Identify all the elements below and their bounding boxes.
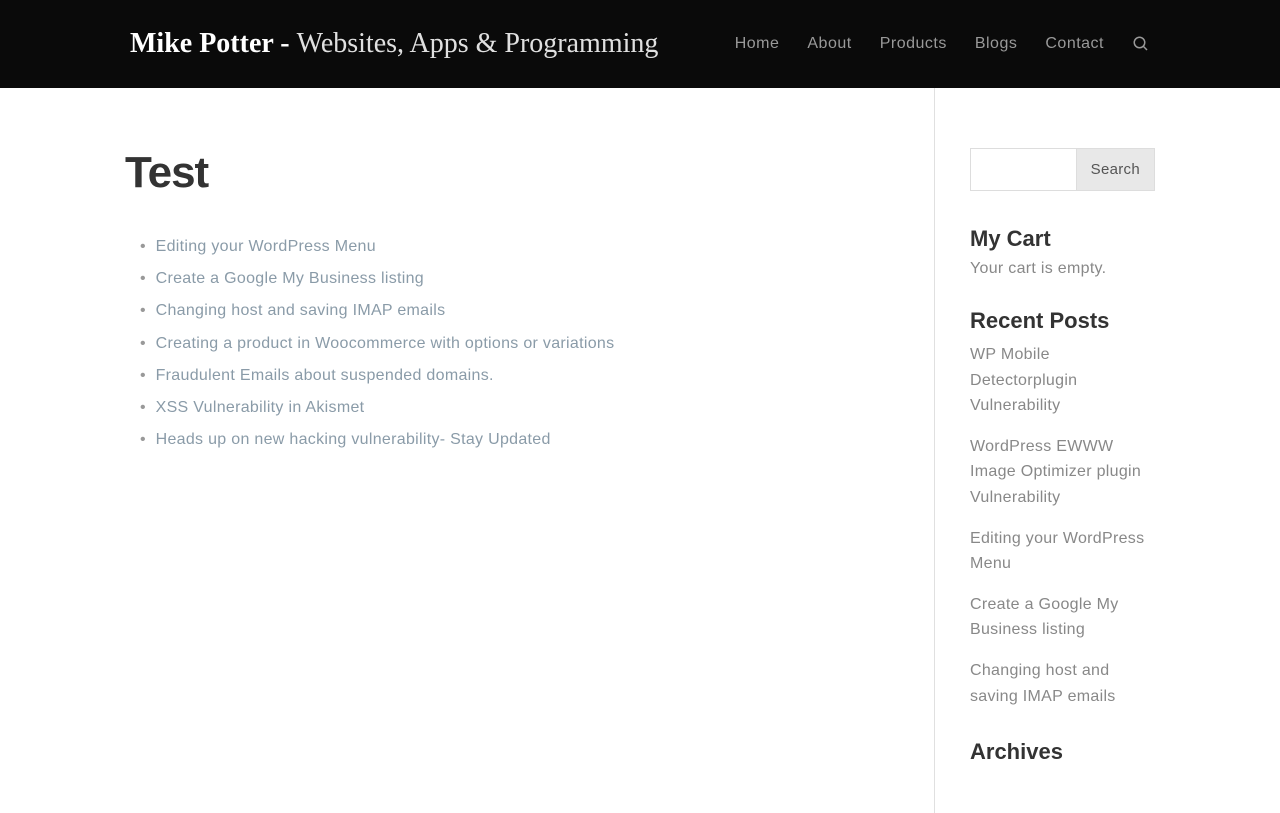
list-item: XSS Vulnerability in Akismet: [140, 394, 894, 421]
main-content: Test Editing your WordPress Menu Create …: [125, 88, 935, 813]
content-wrapper: Test Editing your WordPress Menu Create …: [125, 88, 1155, 813]
recent-posts-heading: Recent Posts: [970, 308, 1155, 334]
post-link[interactable]: Creating a product in Woocommerce with o…: [156, 335, 615, 352]
post-link[interactable]: Create a Google My Business listing: [156, 270, 424, 287]
post-link[interactable]: Heads up on new hacking vulnerability- S…: [156, 431, 551, 448]
list-item: Create a Google My Business listing: [970, 592, 1155, 643]
recent-posts-list: WP Mobile Detectorplugin Vulnerability W…: [970, 342, 1155, 709]
page-title: Test: [125, 148, 894, 198]
list-item: Heads up on new hacking vulnerability- S…: [140, 426, 894, 453]
recent-post-link[interactable]: WordPress EWWW Image Optimizer plugin Vu…: [970, 438, 1141, 506]
list-item: WP Mobile Detectorplugin Vulnerability: [970, 342, 1155, 419]
nav-home[interactable]: Home: [735, 35, 780, 53]
main-nav: Home About Products Blogs Contact: [735, 35, 1150, 53]
nav-contact[interactable]: Contact: [1045, 35, 1104, 53]
list-item: WordPress EWWW Image Optimizer plugin Vu…: [970, 434, 1155, 511]
list-item: Changing host and saving IMAP emails: [970, 658, 1155, 709]
my-cart-heading: My Cart: [970, 226, 1155, 252]
recent-post-link[interactable]: WP Mobile Detectorplugin Vulnerability: [970, 346, 1077, 414]
my-cart-text: Your cart is empty.: [970, 260, 1155, 278]
nav-products[interactable]: Products: [880, 35, 947, 53]
post-link[interactable]: Changing host and saving IMAP emails: [156, 302, 446, 319]
archives-heading: Archives: [970, 739, 1155, 765]
site-logo[interactable]: Mike Potter - Websites, Apps & Programmi…: [130, 28, 658, 60]
post-list: Editing your WordPress Menu Create a Goo…: [125, 233, 894, 453]
search-button[interactable]: Search: [1077, 148, 1155, 191]
list-item: Changing host and saving IMAP emails: [140, 297, 894, 324]
post-link[interactable]: Fraudulent Emails about suspended domain…: [156, 367, 494, 384]
recent-post-link[interactable]: Create a Google My Business listing: [970, 596, 1119, 639]
list-item: Creating a product in Woocommerce with o…: [140, 330, 894, 357]
nav-blogs[interactable]: Blogs: [975, 35, 1018, 53]
post-link[interactable]: Editing your WordPress Menu: [156, 238, 376, 255]
list-item: Create a Google My Business listing: [140, 265, 894, 292]
header: Mike Potter - Websites, Apps & Programmi…: [0, 0, 1280, 88]
search-icon[interactable]: [1132, 35, 1150, 53]
logo-bold-text: Mike Potter -: [130, 28, 297, 59]
recent-post-link[interactable]: Editing your WordPress Menu: [970, 530, 1144, 573]
logo-light-text: Websites, Apps & Programming: [297, 28, 659, 59]
search-box: Search: [970, 148, 1155, 191]
recent-post-link[interactable]: Changing host and saving IMAP emails: [970, 662, 1116, 705]
list-item: Fraudulent Emails about suspended domain…: [140, 362, 894, 389]
list-item: Editing your WordPress Menu: [140, 233, 894, 260]
nav-about[interactable]: About: [807, 35, 851, 53]
post-link[interactable]: XSS Vulnerability in Akismet: [156, 399, 365, 416]
list-item: Editing your WordPress Menu: [970, 526, 1155, 577]
search-input[interactable]: [970, 148, 1077, 191]
sidebar: Search My Cart Your cart is empty. Recen…: [935, 88, 1155, 813]
